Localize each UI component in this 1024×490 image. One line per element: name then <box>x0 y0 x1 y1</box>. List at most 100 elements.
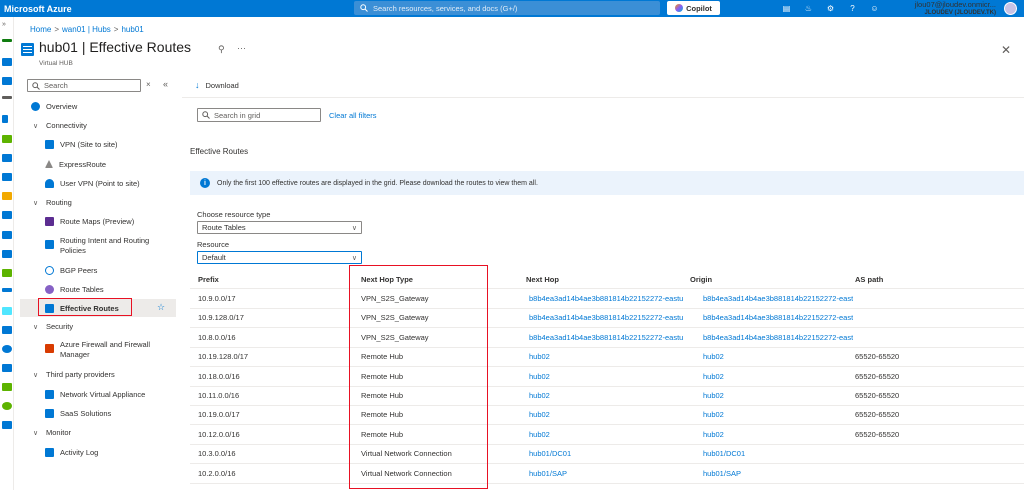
cell-origin[interactable]: hub02 <box>703 352 724 361</box>
sidebar-item-routing-intent[interactable]: Routing Intent and Routing Policies <box>45 232 165 260</box>
advisor-icon[interactable] <box>2 364 12 372</box>
help-support-icon[interactable] <box>2 421 12 429</box>
cost-icon[interactable] <box>2 402 12 410</box>
sidebar-item-activity-log[interactable]: Activity Log <box>45 443 98 461</box>
vnet-icon[interactable] <box>2 307 12 315</box>
feedback-icon[interactable]: ☺ <box>868 2 881 15</box>
home-icon[interactable] <box>2 58 12 66</box>
vm-icon[interactable] <box>2 250 12 258</box>
sidebar-group-monitor[interactable]: ∨ Monitor <box>33 428 71 437</box>
sidebar-group-third-party[interactable]: ∨ Third party providers <box>33 370 115 379</box>
route-tables-icon <box>45 284 54 294</box>
cell-next-hop[interactable]: b8b4ea3ad14b4ae3b881814b22152272-eastu <box>529 333 683 342</box>
sidebar-item-nva[interactable]: Network Virtual Appliance <box>45 385 145 403</box>
favorites-icon[interactable] <box>2 115 8 123</box>
settings-gear-icon[interactable]: ⚙ <box>824 2 837 15</box>
cell-next-hop[interactable]: hub01/DC01 <box>529 449 571 458</box>
sidebar-group-security[interactable]: ∨ Security <box>33 322 73 331</box>
notifications-icon[interactable]: ♨ <box>802 2 815 15</box>
app-services-icon[interactable] <box>2 173 12 181</box>
cell-origin[interactable]: b8b4ea3ad14b4ae3b881814b22152272-eastu <box>703 294 853 303</box>
cell-next-hop[interactable]: b8b4ea3ad14b4ae3b881814b22152272-eastu <box>529 313 683 322</box>
dashboard-icon[interactable] <box>2 77 12 85</box>
column-header-origin[interactable]: Origin <box>690 275 712 284</box>
sidebar-group-connectivity[interactable]: ∨ Connectivity <box>33 121 87 130</box>
pin-icon[interactable]: ⚲ <box>218 44 225 55</box>
cell-next-hop[interactable]: hub02 <box>529 410 550 419</box>
cell-origin[interactable]: hub01/DC01 <box>703 449 745 458</box>
cell-origin[interactable]: hub02 <box>703 410 724 419</box>
collapse-sidebar-icon[interactable]: « <box>163 79 168 89</box>
breadcrumb-wan01-hubs[interactable]: wan01 | Hubs <box>62 25 111 34</box>
all-resources-icon[interactable] <box>2 135 12 143</box>
user-vpn-icon <box>45 178 54 188</box>
top-bar-icons: ▤ ♨ ⚙ ? ☺ <box>780 2 881 15</box>
defender-icon[interactable] <box>2 383 12 391</box>
cell-origin[interactable]: hub01/SAP <box>703 469 741 478</box>
create-resource-icon[interactable] <box>2 39 12 42</box>
resource-groups-icon[interactable] <box>2 154 12 162</box>
sidebar-item-azure-firewall[interactable]: Azure Firewall and Firewall Manager <box>45 336 165 364</box>
cell-next-hop[interactable]: hub02 <box>529 391 550 400</box>
favorite-star-icon[interactable]: ☆ <box>157 302 165 313</box>
cell-next-hop[interactable]: hub01/SAP <box>529 469 567 478</box>
storage-icon[interactable] <box>2 288 12 292</box>
cell-origin[interactable]: hub02 <box>703 430 724 439</box>
grid-search-input[interactable]: Search in grid <box>197 108 321 122</box>
copilot-button[interactable]: Copilot <box>667 1 720 15</box>
cell-next-hop[interactable]: b8b4ea3ad14b4ae3b881814b22152272-eastu <box>529 294 683 303</box>
function-app-icon[interactable] <box>2 192 12 200</box>
sidebar-search-input[interactable]: Search <box>27 79 141 92</box>
cell-origin[interactable]: hub02 <box>703 372 724 381</box>
sidebar-item-bgp-peers[interactable]: BGP Peers <box>45 261 97 279</box>
cell-next-hop[interactable]: hub02 <box>529 430 550 439</box>
sidebar-item-expressroute[interactable]: ExpressRoute <box>45 155 106 173</box>
bgp-peers-icon <box>45 265 54 275</box>
global-search-input[interactable]: Search resources, services, and docs (G+… <box>354 1 660 15</box>
expand-menu-icon[interactable]: » <box>2 21 12 29</box>
column-header-prefix[interactable]: Prefix <box>198 275 219 284</box>
cell-prefix: 10.11.0.0/16 <box>198 391 240 400</box>
sidebar-item-vpn-site-to-site[interactable]: VPN (Site to site) <box>45 135 118 153</box>
cosmos-icon[interactable] <box>2 231 12 239</box>
cell-next-hop[interactable]: hub02 <box>529 372 550 381</box>
clear-all-filters-link[interactable]: Clear all filters <box>329 111 377 120</box>
sidebar-group-routing[interactable]: ∨ Routing <box>33 198 72 207</box>
cell-next-hop[interactable]: hub02 <box>529 352 550 361</box>
cell-origin[interactable]: b8b4ea3ad14b4ae3b881814b22152272-eastu <box>703 333 853 342</box>
close-icon[interactable]: ✕ <box>1001 43 1011 57</box>
resource-type-value: Route Tables <box>202 223 246 232</box>
clear-search-icon[interactable]: × <box>146 80 151 89</box>
routing-intent-icon <box>45 240 54 249</box>
section-title: Effective Routes <box>190 147 249 156</box>
sql-icon[interactable] <box>2 211 12 219</box>
resource-type-dropdown[interactable]: Route Tables ∨ <box>197 221 362 234</box>
table-row: 10.8.0.0/16 VPN_S2S_Gateway b8b4ea3ad14b4a… <box>190 328 1024 348</box>
breadcrumb-home[interactable]: Home <box>30 25 51 34</box>
sidebar-item-overview[interactable]: Overview <box>31 97 77 115</box>
sidebar-item-route-maps[interactable]: Route Maps (Preview) <box>45 212 134 230</box>
sidebar-item-route-tables[interactable]: Route Tables <box>45 280 104 298</box>
account-info[interactable]: jlou07@jloudev.onmicr... JLOUDEV (JLOUDE… <box>888 0 996 17</box>
brand-name[interactable]: Microsoft Azure <box>0 4 353 14</box>
table-row: 10.9.0.0/17 VPN_S2S_Gateway b8b4ea3ad14b4a… <box>190 289 1024 309</box>
sidebar-item-saas[interactable]: SaaS Solutions <box>45 404 111 422</box>
resource-dropdown[interactable]: Default ∨ <box>197 251 362 264</box>
sidebar-item-user-vpn[interactable]: User VPN (Point to site) <box>45 174 140 192</box>
more-options-icon[interactable]: ··· <box>237 43 246 53</box>
column-header-next-hop[interactable]: Next Hop <box>526 275 559 284</box>
cell-origin[interactable]: hub02 <box>703 391 724 400</box>
load-balancer-icon[interactable] <box>2 269 12 277</box>
download-button[interactable]: ↓ Download <box>195 80 239 90</box>
overview-icon <box>31 101 40 111</box>
cloud-shell-icon[interactable]: ▤ <box>780 2 793 15</box>
cell-origin[interactable]: b8b4ea3ad14b4ae3b881814b22152272-eastu <box>703 313 853 322</box>
breadcrumb: Home > wan01 | Hubs > hub01 <box>30 25 144 34</box>
all-services-icon[interactable] <box>2 96 12 99</box>
breadcrumb-hub01[interactable]: hub01 <box>121 25 143 34</box>
column-header-as-path[interactable]: AS path <box>855 275 883 284</box>
entra-icon[interactable] <box>2 326 12 334</box>
help-icon[interactable]: ? <box>846 2 859 15</box>
avatar[interactable] <box>1004 2 1017 15</box>
monitor-icon[interactable] <box>2 345 12 353</box>
